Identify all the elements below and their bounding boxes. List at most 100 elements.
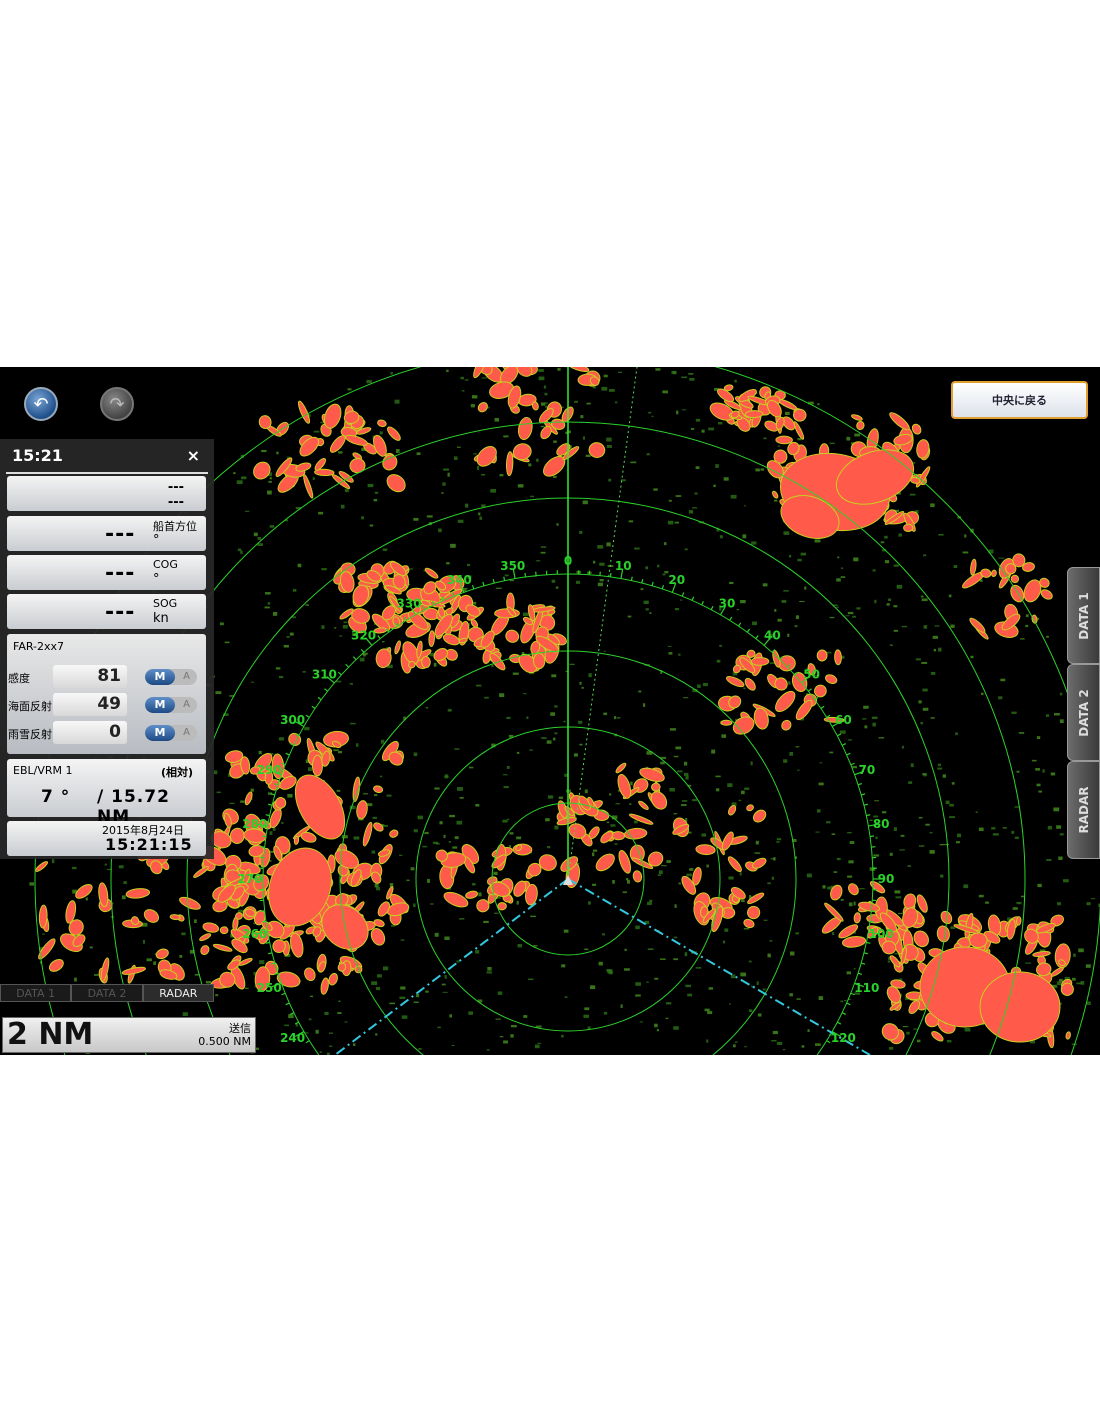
sog-value: --- [105,600,136,625]
radar-echo [269,808,282,829]
radar-noise [614,716,617,720]
radar-noise [85,897,88,901]
manual-mode[interactable]: M [145,669,175,685]
radar-noise [284,1024,290,1027]
radar-noise [374,883,379,888]
radar-noise [688,510,694,514]
side-tab-radar[interactable]: RADAR [1067,761,1100,859]
radar-noise [1078,948,1084,953]
radar-noise [925,823,930,826]
auto-mode[interactable]: A [176,725,197,741]
radar-echo [297,400,311,424]
redo-icon[interactable]: ↷ [100,387,134,421]
radar-noise [654,1023,658,1028]
bearing-tick [837,733,842,737]
auto-mode[interactable]: A [176,669,197,685]
radar-noise [744,787,750,790]
radar-echo [979,971,1061,1043]
rain-clutter-mode-toggle[interactable]: M A [145,725,197,741]
radar-noise [308,1018,312,1021]
radar-noise [569,663,575,665]
radar-noise [614,843,618,845]
radar-noise [654,977,659,980]
radar-noise [790,951,795,956]
bearing-label: 80 [873,817,890,831]
radar-noise [453,456,458,460]
tab-data1[interactable]: DATA 1 [0,984,72,1002]
radar-noise [949,816,956,819]
radar-echo [825,674,838,685]
radar-noise [413,517,419,521]
radar-noise [617,371,623,374]
panel-header: 15:21 × [6,439,208,474]
tab-data2[interactable]: DATA 2 [71,984,143,1002]
radar-noise [964,534,967,538]
radar-noise [777,445,781,447]
radar-noise [606,821,610,824]
tab-radar[interactable]: RADAR [142,984,214,1002]
radar-noise [506,716,511,720]
radar-echo [632,870,643,883]
undo-icon[interactable]: ↶ [24,387,58,421]
radar-noise [733,1044,736,1048]
bearing-tick [846,1002,851,1006]
radar-noise [283,644,289,648]
radar-noise [907,865,912,867]
radar-noise [773,857,776,861]
radar-noise [434,787,440,790]
radar-noise [627,615,632,618]
side-tab-data2[interactable]: DATA 2 [1067,664,1100,761]
range-box[interactable]: 2 NM 送信 0.500 NM [2,1017,256,1053]
radar-noise [337,1012,342,1015]
radar-echo [200,945,210,956]
radar-noise [472,601,477,605]
radar-noise [789,993,793,997]
gain-mode-toggle[interactable]: M A [145,669,197,685]
radar-noise [814,1043,821,1046]
radar-screen[interactable]: 0 10 20 30 40 50 60 70 80 90 100 110 120 240 250 260 270… [0,367,1100,1055]
sea-clutter-row: 海面反射 49 M A [0,692,214,718]
manual-mode[interactable]: M [145,697,175,713]
radar-noise [951,782,955,785]
ebl-vrm-box[interactable]: EBL/VRM 1 (相対) 7 ° / 15.72 NM [7,759,206,827]
radar-noise [441,492,444,494]
radar-noise [527,978,534,981]
radar-noise [493,871,498,876]
radar-echo [725,676,745,688]
radar-noise [730,494,737,499]
radar-noise [504,435,507,438]
radar-echo [851,414,863,421]
radar-noise [953,565,958,569]
radar-noise [755,468,760,472]
radar-noise [674,521,679,524]
radar-noise [844,1000,847,1002]
radar-noise [795,746,800,748]
manual-mode[interactable]: M [145,725,175,741]
radar-noise [757,1013,762,1017]
radar-noise [499,474,504,477]
radar-noise [286,636,290,638]
radar-noise [475,684,482,687]
rain-clutter-value[interactable]: 0 [53,721,127,744]
radar-noise [413,752,418,757]
radar-echo [377,419,387,428]
radar-noise [213,770,218,775]
center-return-button[interactable]: 中央に戻る [951,381,1088,419]
radar-noise [468,766,474,769]
sea-clutter-value[interactable]: 49 [53,693,127,716]
side-tab-data1[interactable]: DATA 1 [1067,567,1100,664]
radar-noise [937,763,942,767]
auto-mode[interactable]: A [176,697,197,713]
radar-echo [290,932,304,958]
radar-noise [481,377,487,379]
radar-noise [1050,772,1056,776]
radar-noise [216,791,221,794]
radar-noise [948,594,952,598]
gain-value[interactable]: 81 [53,665,127,688]
sea-clutter-mode-toggle[interactable]: M A [145,697,197,713]
radar-noise [676,410,679,415]
close-icon[interactable]: × [187,446,200,465]
radar-noise [544,392,548,396]
radar-noise [547,845,551,849]
radar-noise [349,722,356,725]
